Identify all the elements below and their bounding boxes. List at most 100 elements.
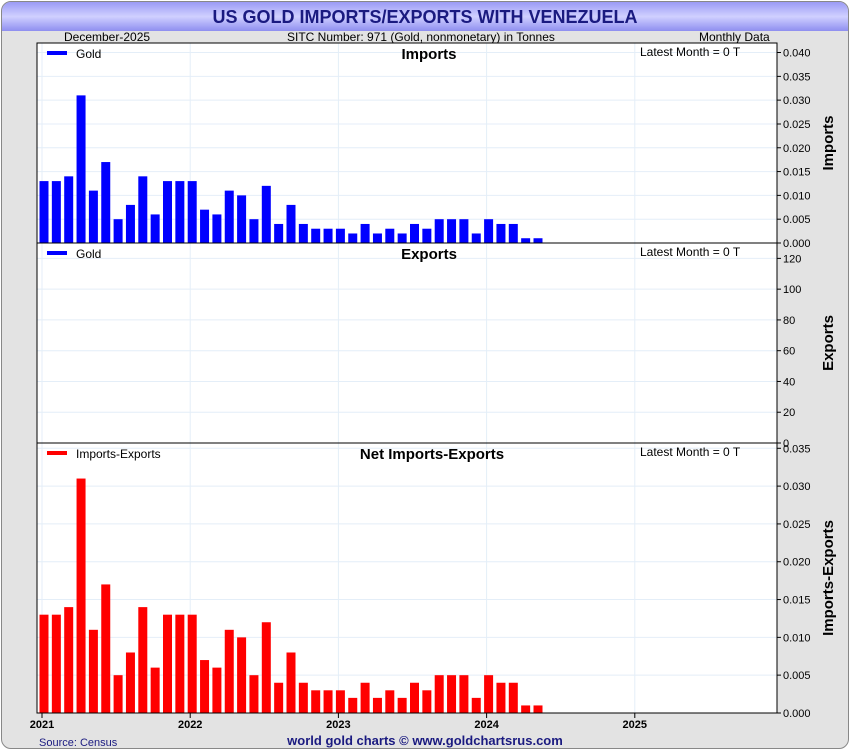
bar-imports (447, 219, 457, 243)
bar-imports (496, 223, 506, 243)
bar-net-imports-exports (88, 629, 98, 713)
bar-net-imports-exports (125, 652, 135, 713)
bar-imports (385, 228, 395, 243)
legend-label: Gold (76, 47, 101, 61)
bar-net-imports-exports (298, 682, 308, 713)
bar-imports (175, 181, 185, 243)
bar-imports (261, 185, 271, 243)
y-axis-title: Exports (820, 315, 837, 371)
bar-net-imports-exports (113, 675, 123, 713)
bar-net-imports-exports (224, 629, 234, 713)
bar-net-imports-exports (212, 667, 222, 713)
y-axis-title: Imports-Exports (820, 520, 837, 636)
bar-net-imports-exports (348, 697, 358, 713)
panel-title: Exports (401, 246, 457, 263)
latest-month-label: Latest Month = 0 T (640, 445, 741, 459)
bar-net-imports-exports (397, 697, 407, 713)
bar-imports (76, 95, 86, 243)
bar-imports (348, 233, 358, 243)
bar-imports (237, 195, 247, 243)
y-axis-title: Imports (820, 115, 837, 170)
bar-net-imports-exports (434, 675, 444, 713)
bar-imports (274, 223, 284, 243)
bar-net-imports-exports (422, 690, 432, 713)
bar-net-imports-exports (360, 682, 370, 713)
bar-imports (508, 223, 518, 243)
y-tick-label: 20 (783, 407, 795, 419)
bar-net-imports-exports (286, 652, 296, 713)
x-tick-label: 2021 (30, 719, 54, 731)
bar-imports (533, 238, 543, 243)
y-tick-label: 60 (783, 346, 795, 358)
credit-label: world gold charts © www.goldchartsrus.co… (287, 733, 563, 748)
bar-net-imports-exports (496, 682, 506, 713)
bar-imports (101, 162, 111, 243)
y-tick-label: 0.000 (783, 708, 811, 720)
y-tick-label: 0.025 (783, 119, 811, 131)
x-tick-label: 2025 (623, 719, 647, 731)
y-tick-label: 0.020 (783, 143, 811, 155)
bar-imports (200, 209, 210, 243)
y-tick-label: 120 (783, 253, 801, 265)
y-tick-label: 0.010 (783, 632, 811, 644)
bar-imports (521, 238, 531, 243)
bar-imports (224, 190, 234, 243)
y-tick-label: 0.035 (783, 443, 811, 455)
panel-title: Net Imports-Exports (360, 446, 504, 463)
y-tick-label: 0.020 (783, 557, 811, 569)
bar-imports (372, 233, 382, 243)
bar-net-imports-exports (64, 607, 74, 713)
bar-net-imports-exports (335, 690, 345, 713)
bar-imports (311, 228, 321, 243)
chart-svg: 0.000 0.005 0.010 0.015 0.020 0.025 0.030 0.035… (30, 42, 837, 731)
bar-net-imports-exports (471, 697, 481, 713)
bar-imports (335, 228, 345, 243)
bar-imports (434, 219, 444, 243)
latest-month-label: Latest Month = 0 T (640, 45, 741, 59)
bar-net-imports-exports (372, 697, 382, 713)
bar-imports (64, 176, 74, 243)
bar-imports (187, 181, 197, 243)
bar-imports (397, 233, 407, 243)
y-tick-label: 0.040 (783, 48, 811, 60)
bar-net-imports-exports (150, 667, 160, 713)
bar-imports (298, 223, 308, 243)
latest-month-label: Latest Month = 0 T (640, 245, 741, 259)
y-tick-label: 0.030 (783, 95, 811, 107)
bar-net-imports-exports (249, 675, 259, 713)
bar-imports (360, 223, 370, 243)
bar-imports (471, 233, 481, 243)
plot-background (37, 43, 777, 713)
bar-net-imports-exports (187, 614, 197, 713)
bar-imports (150, 214, 160, 243)
bar-imports (459, 219, 469, 243)
bar-net-imports-exports (508, 682, 518, 713)
bar-imports (323, 228, 333, 243)
bar-net-imports-exports (484, 675, 494, 713)
chart-frame: US GOLD IMPORTS/EXPORTS WITH VENEZUELA D… (1, 1, 849, 749)
bar-net-imports-exports (51, 614, 61, 713)
bar-imports (138, 176, 148, 243)
bar-net-imports-exports (410, 682, 419, 713)
y-tick-label: 0.035 (783, 71, 811, 83)
bar-net-imports-exports (39, 614, 49, 713)
bar-imports (484, 219, 494, 243)
x-tick-label: 2022 (178, 719, 202, 731)
y-tick-label: 0.000 (783, 238, 811, 250)
legend-label: Imports-Exports (76, 447, 161, 461)
bar-net-imports-exports (237, 637, 247, 713)
y-tick-label: 0.025 (783, 519, 811, 531)
bar-net-imports-exports (459, 675, 469, 713)
y-tick-label: 0.005 (783, 670, 811, 682)
y-tick-label: 80 (783, 315, 795, 327)
bar-net-imports-exports (163, 614, 172, 713)
bar-imports (249, 219, 259, 243)
bar-net-imports-exports (200, 660, 210, 713)
bar-net-imports-exports (76, 478, 86, 713)
panel-title: Imports (401, 46, 456, 63)
y-tick-label: 0.015 (783, 595, 811, 607)
bar-net-imports-exports (175, 614, 185, 713)
bar-imports (88, 190, 98, 243)
bar-imports (212, 214, 222, 243)
bar-imports (125, 204, 135, 243)
